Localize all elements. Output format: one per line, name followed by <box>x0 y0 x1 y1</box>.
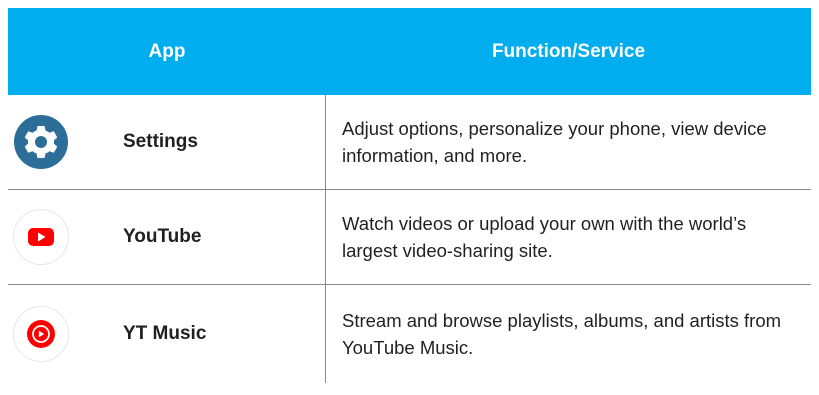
header-app: App <box>148 40 186 62</box>
function-yt-music: Stream and browse playlists, albums, and… <box>342 310 782 358</box>
header-function: Function/Service <box>491 40 646 62</box>
yt-music-icon <box>12 305 70 363</box>
app-name-yt-music: YT Music <box>123 323 207 344</box>
function-youtube: Watch videos or upload your own with the… <box>342 213 747 261</box>
table-row-yt-music: YT Music Stream and browse playlists, al… <box>8 285 811 383</box>
settings-gear-icon <box>12 113 70 171</box>
table-row-settings: Settings Adjust options, personalize you… <box>8 95 811 190</box>
apps-table: App Function/Service Settings Adjust opt… <box>8 8 811 383</box>
app-cell-settings: Settings <box>8 95 326 189</box>
table-row-youtube: YouTube Watch videos or upload your own … <box>8 190 811 285</box>
function-settings: Adjust options, personalize your phone, … <box>342 118 767 166</box>
table-header: App Function/Service <box>8 8 811 95</box>
app-cell-youtube: YouTube <box>8 190 326 284</box>
app-cell-yt-music: YT Music <box>8 285 326 383</box>
app-name-settings: Settings <box>123 131 198 152</box>
app-name-youtube: YouTube <box>123 226 202 247</box>
youtube-play-icon <box>12 208 70 266</box>
